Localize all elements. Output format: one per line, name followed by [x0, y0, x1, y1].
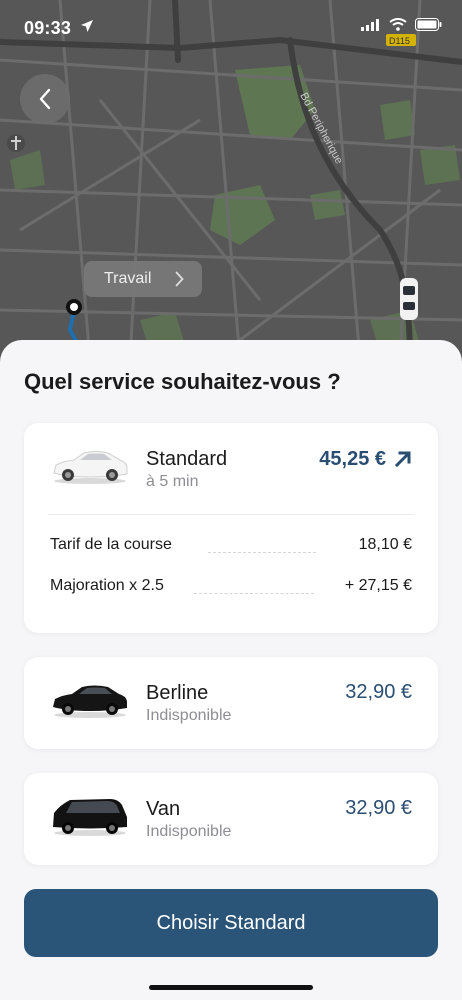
service-sheet: Quel service souhaitez-vous ? Standard à…	[0, 340, 462, 1000]
fare-row-base: Tarif de la course 18,10 €	[50, 536, 412, 558]
service-price: 32,90 €	[345, 681, 412, 703]
black-sedan-image	[53, 685, 127, 718]
divider	[48, 514, 414, 515]
service-name: Van	[146, 798, 181, 820]
dotted-leader	[208, 552, 316, 553]
status-icons	[361, 18, 442, 31]
home-indicator[interactable]	[149, 985, 313, 990]
destination-chip[interactable]: Travail	[84, 261, 202, 297]
chevron-left-icon	[39, 88, 51, 110]
choose-service-button[interactable]: Choisir Standard	[24, 889, 438, 957]
fare-label: Majoration x 2.5	[50, 577, 164, 594]
wifi-icon	[389, 18, 407, 31]
service-card-van[interactable]: Van Indisponible 32,90 €	[24, 773, 438, 865]
chevron-right-icon	[175, 271, 184, 287]
service-name: Berline	[146, 682, 209, 704]
service-card-berline[interactable]: Berline Indisponible 32,90 €	[24, 657, 438, 749]
black-van-image	[53, 799, 127, 836]
map-roads: Bd Peripherique D115	[0, 0, 462, 360]
service-eta: à 5 min	[146, 473, 199, 490]
fare-value: 18,10 €	[358, 536, 412, 553]
fare-label: Tarif de la course	[50, 536, 172, 553]
service-name: Standard	[146, 448, 228, 470]
service-status: Indisponible	[146, 823, 232, 840]
service-card-standard[interactable]: Standard à 5 min 45,25 € Tarif de la cou…	[24, 423, 438, 633]
signal-icon	[361, 18, 379, 31]
sheet-title: Quel service souhaitez-vous ?	[24, 369, 341, 394]
arrow-up-right-icon	[394, 451, 411, 468]
service-status: Indisponible	[146, 707, 232, 724]
service-price: 45,25 €	[319, 448, 386, 470]
map-view[interactable]: Bd Peripherique D115	[0, 0, 462, 360]
status-time: 09:33	[24, 18, 72, 38]
dotted-leader	[194, 593, 314, 594]
status-bar: 09:33	[0, 0, 462, 50]
back-button[interactable]	[20, 74, 70, 124]
location-arrow-icon	[80, 19, 94, 38]
service-price: 32,90 €	[345, 797, 412, 819]
destination-chip-label: Travail	[104, 270, 152, 287]
fare-row-surge: Majoration x 2.5 + 27,15 €	[50, 577, 412, 599]
battery-icon	[415, 18, 442, 31]
fare-value: + 27,15 €	[344, 577, 412, 594]
white-sedan-image	[53, 451, 128, 484]
